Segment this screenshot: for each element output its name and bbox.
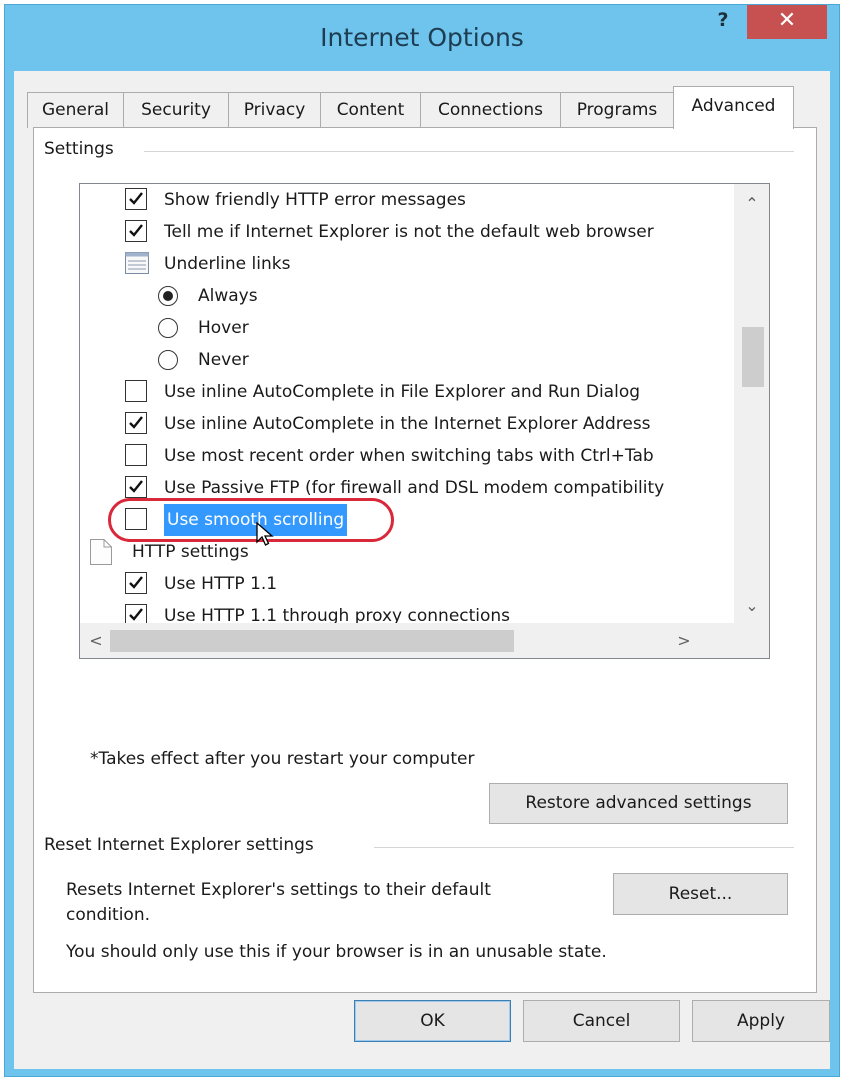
scroll-down-arrow-icon[interactable]: ⌄ [742,598,762,614]
internet-options-window: Internet Options ? ✕ General Security Pr… [4,4,840,1077]
unchecked-checkbox[interactable] [125,444,147,466]
scroll-right-arrow-icon[interactable]: > [674,633,694,649]
tab-general[interactable]: General [27,92,124,128]
checked-checkbox[interactable] [125,572,147,594]
setting-radio-row[interactable]: Hover [80,312,736,344]
settings-group-divider [144,151,794,152]
vertical-scroll-thumb[interactable] [742,327,764,387]
setting-label: Tell me if Internet Explorer is not the … [164,222,654,242]
settings-list-rows: Show friendly HTTP error messages Tell me… [80,184,736,624]
cancel-button[interactable]: Cancel [523,1000,680,1042]
setting-checkbox-row[interactable]: Use most recent order when switching tab… [80,440,736,472]
unchecked-checkbox[interactable] [125,380,147,402]
setting-category-row: HTTP settings [80,536,736,568]
setting-category-row: Underline links [80,248,736,280]
checked-checkbox[interactable] [125,476,147,498]
setting-checkbox-row[interactable]: Tell me if Internet Explorer is not the … [80,216,736,248]
reset-warning: You should only use this if your browser… [66,942,607,962]
horizontal-scrollbar[interactable]: < > [80,623,769,658]
restore-advanced-settings-button[interactable]: Restore advanced settings [489,783,788,824]
help-button[interactable]: ? [701,5,745,39]
setting-label: Hover [198,318,249,338]
apply-button[interactable]: Apply [692,1000,830,1042]
setting-checkbox-row[interactable]: Use HTTP 1.1 [80,568,736,600]
restart-note: *Takes effect after you restart your com… [90,749,475,769]
tab-security[interactable]: Security [123,92,229,128]
tab-privacy[interactable]: Privacy [228,92,321,128]
checked-checkbox[interactable] [125,412,147,434]
advanced-tab-panel: Settings Show friendly HTTP error messag… [33,127,817,993]
reset-button[interactable]: Reset... [613,873,788,915]
setting-label: Underline links [164,254,291,274]
tab-connections[interactable]: Connections [420,92,561,128]
dialog-client-area: General Security Privacy Content Connect… [14,71,830,1069]
setting-radio-row[interactable]: Never [80,344,736,376]
horizontal-scroll-thumb[interactable] [110,630,514,652]
setting-label: Never [198,350,249,370]
settings-group-label: Settings [44,139,122,159]
tab-strip: General Security Privacy Content Connect… [14,86,830,129]
setting-label: Show friendly HTTP error messages [164,190,466,210]
checked-checkbox[interactable] [125,604,147,624]
checked-checkbox[interactable] [125,220,147,242]
setting-label: Use most recent order when switching tab… [164,446,654,466]
vertical-scrollbar[interactable]: ⌃ ⌄ [734,184,769,624]
setting-label: Use inline AutoComplete in File Explorer… [164,382,641,402]
setting-checkbox-row[interactable]: Use inline AutoComplete in File Explorer… [80,376,736,408]
radio-button[interactable] [158,350,178,370]
tab-advanced[interactable]: Advanced [673,86,794,129]
setting-checkbox-row[interactable]: Use HTTP 1.1 through proxy connections [80,600,736,624]
scroll-up-arrow-icon[interactable]: ⌃ [742,196,762,212]
reset-description-line1: Resets Internet Explorer's settings to t… [66,880,491,900]
reset-group-divider [374,847,794,848]
close-button[interactable]: ✕ [747,5,827,39]
selected-radio-button[interactable] [158,286,178,306]
title-bar[interactable]: Internet Options ? ✕ [5,5,839,71]
tab-programs[interactable]: Programs [560,92,674,128]
tab-content[interactable]: Content [320,92,421,128]
settings-list[interactable]: Show friendly HTTP error messages Tell me… [79,183,770,659]
reset-description-line2: condition. [66,905,151,925]
setting-label: HTTP settings [132,542,249,562]
setting-label: Use HTTP 1.1 through proxy connections [164,606,511,624]
setting-checkbox-row[interactable]: Use inline AutoComplete in the Internet … [80,408,736,440]
setting-label: Always [198,286,258,306]
checked-checkbox[interactable] [125,188,147,210]
setting-radio-row[interactable]: Always [80,280,736,312]
reset-group-label: Reset Internet Explorer settings [44,835,322,855]
setting-label: Use HTTP 1.1 [164,574,278,594]
scroll-left-arrow-icon[interactable]: < [86,633,106,649]
setting-checkbox-row[interactable]: Show friendly HTTP error messages [80,184,736,216]
ok-button[interactable]: OK [354,1000,511,1042]
setting-label: Use inline AutoComplete in the Internet … [164,414,651,434]
radio-button[interactable] [158,318,178,338]
